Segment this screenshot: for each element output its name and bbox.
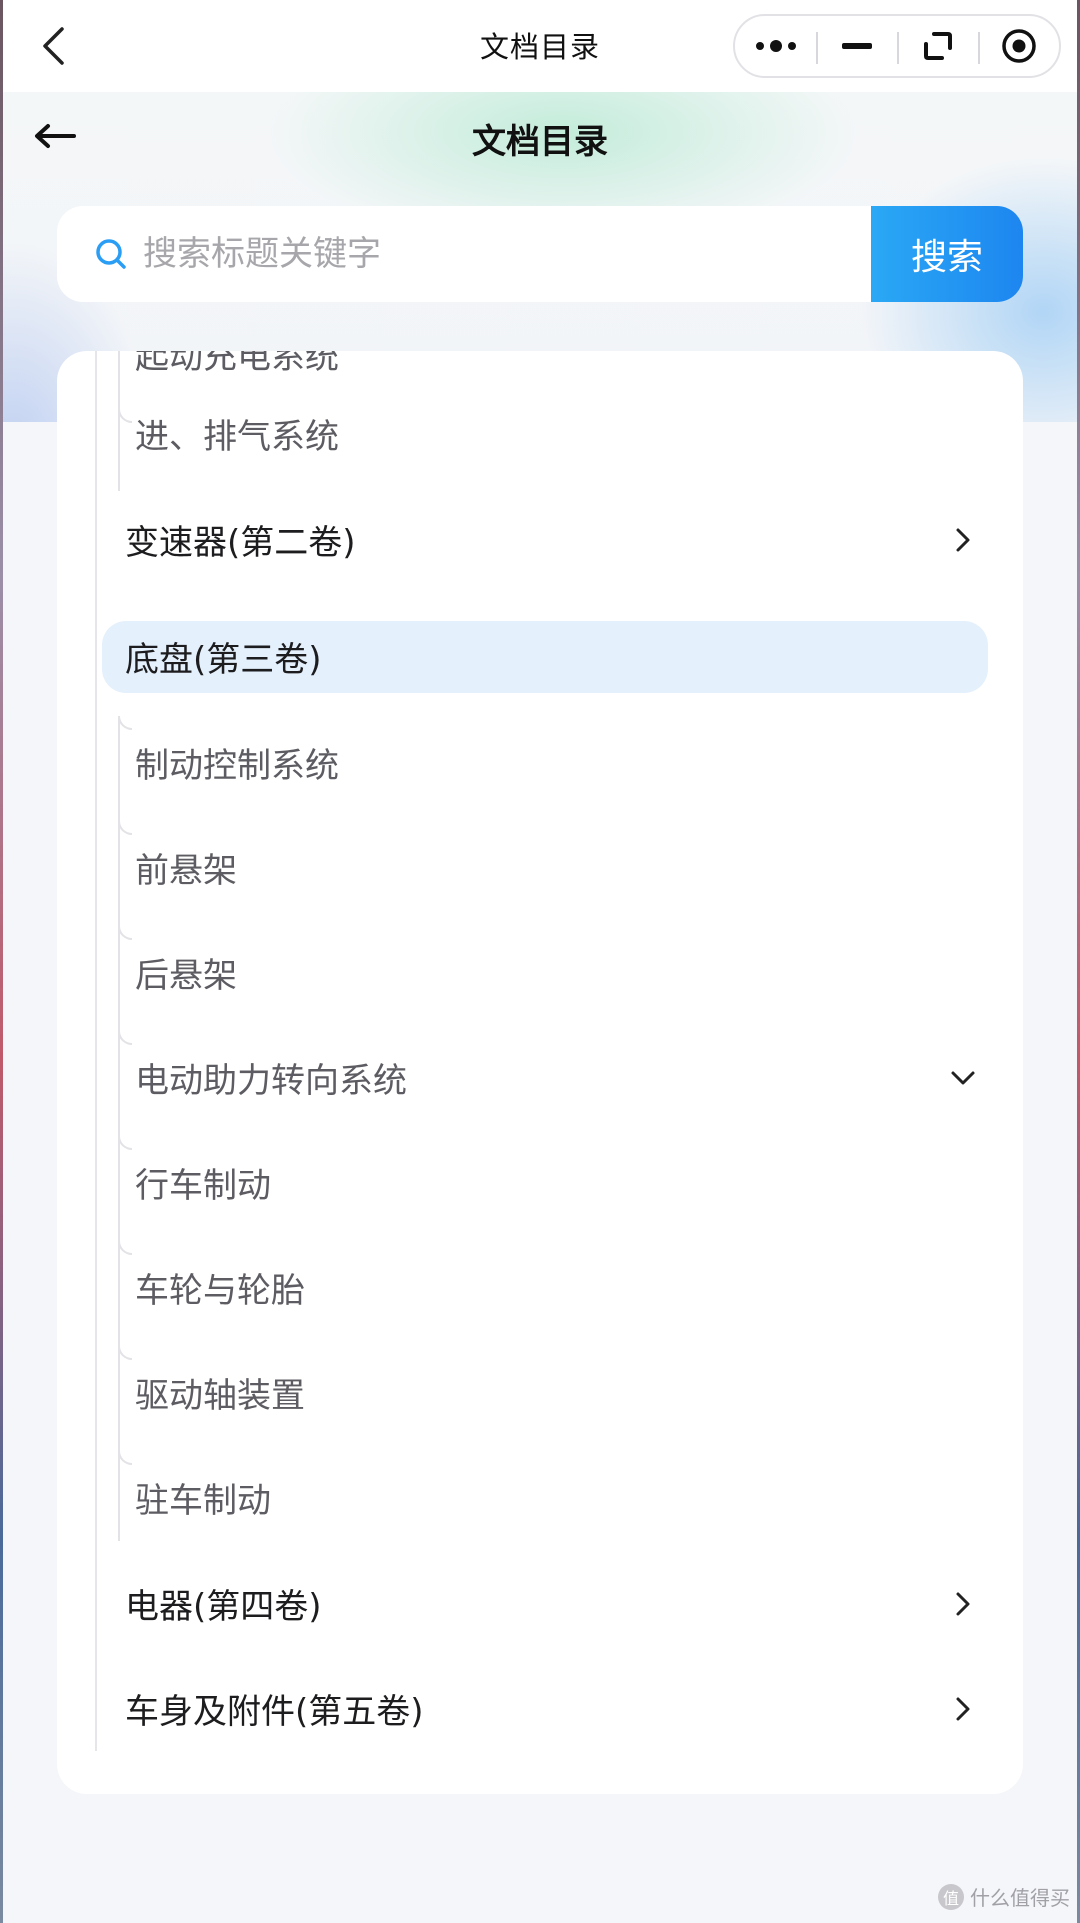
tree-item-label: 行车制动: [135, 1166, 271, 1206]
tree-item-label: 进、排气系统: [135, 417, 339, 457]
tree-item[interactable]: 驱动轴装置: [57, 1340, 1023, 1445]
search-button[interactable]: 搜索: [871, 206, 1023, 302]
tree-item-label: 车身及附件(第五卷): [125, 1692, 424, 1732]
minimize-button[interactable]: [816, 16, 897, 76]
tree-item-label: 制动控制系统: [135, 746, 339, 786]
watermark-text: 什么值得买: [970, 1886, 1070, 1910]
tree-item[interactable]: 电动助力转向系统: [57, 1025, 1023, 1130]
chevron-right-icon: [956, 1697, 970, 1720]
tree-item-label: 车轮与轮胎: [135, 1271, 305, 1311]
more-button[interactable]: [735, 16, 816, 76]
tree-item-label: 驻车制动: [135, 1481, 271, 1521]
record-button[interactable]: [978, 16, 1059, 76]
tree-item[interactable]: 行车制动: [57, 1130, 1023, 1235]
tree-item[interactable]: 电器(第四卷): [57, 1551, 1023, 1656]
capsule-menu: [733, 14, 1061, 78]
restore-button[interactable]: [897, 16, 978, 76]
chevron-right-icon: [956, 528, 970, 551]
watermark-logo: 值: [938, 1883, 964, 1910]
tree-item[interactable]: 后悬架: [57, 920, 1023, 1025]
chevron-down-icon: [951, 1071, 975, 1084]
page-title: 文档目录: [472, 122, 608, 162]
tree-item-label: 电动助力转向系统: [135, 1061, 407, 1101]
tree-item[interactable]: 驻车制动: [57, 1445, 1023, 1550]
record-icon: [1001, 29, 1036, 63]
tree-item[interactable]: 制动控制系统: [57, 710, 1023, 815]
search-input[interactable]: [141, 233, 871, 275]
tree-item-partial[interactable]: 起动充电系统: [135, 351, 339, 378]
tree-item[interactable]: 车身及附件(第五卷): [57, 1656, 1023, 1761]
tree-item-selected[interactable]: 底盘(第三卷): [57, 604, 1023, 709]
more-icon: [755, 40, 796, 52]
tree-item[interactable]: 变速器(第二卷): [57, 487, 1023, 592]
chevron-right-icon: [956, 1592, 970, 1615]
tree-item-label: 变速器(第二卷): [125, 523, 356, 563]
directory-tree: 起动充电系统 进、排气系统 变速器(第二卷) 底盘(第三卷) 制动控制系统 前悬…: [57, 351, 1023, 1794]
tree-item-label: 后悬架: [135, 956, 237, 996]
tree-item[interactable]: 前悬架: [57, 815, 1023, 920]
tree-item-label: 底盘(第三卷): [125, 640, 322, 680]
tree-item-label: 电器(第四卷): [125, 1587, 322, 1627]
watermark: 值 什么值得买: [938, 1882, 1070, 1911]
tree-item[interactable]: 进、排气系统: [57, 381, 1023, 486]
titlebar: 文档目录: [3, 0, 1077, 92]
search-bar: 搜索: [57, 206, 1023, 302]
tree-item-label: 前悬架: [135, 851, 237, 891]
restore-icon: [923, 32, 952, 60]
search-icon: [96, 239, 126, 269]
tree-item[interactable]: 车轮与轮胎: [57, 1235, 1023, 1340]
tree-item-label: 驱动轴装置: [135, 1376, 305, 1416]
app-window: 文档目录 文档目录 搜索标题关键字 搜索 起动充电系统 进、排气系统 变速器(第…: [0, 0, 1080, 1923]
minimize-icon: [841, 43, 872, 49]
